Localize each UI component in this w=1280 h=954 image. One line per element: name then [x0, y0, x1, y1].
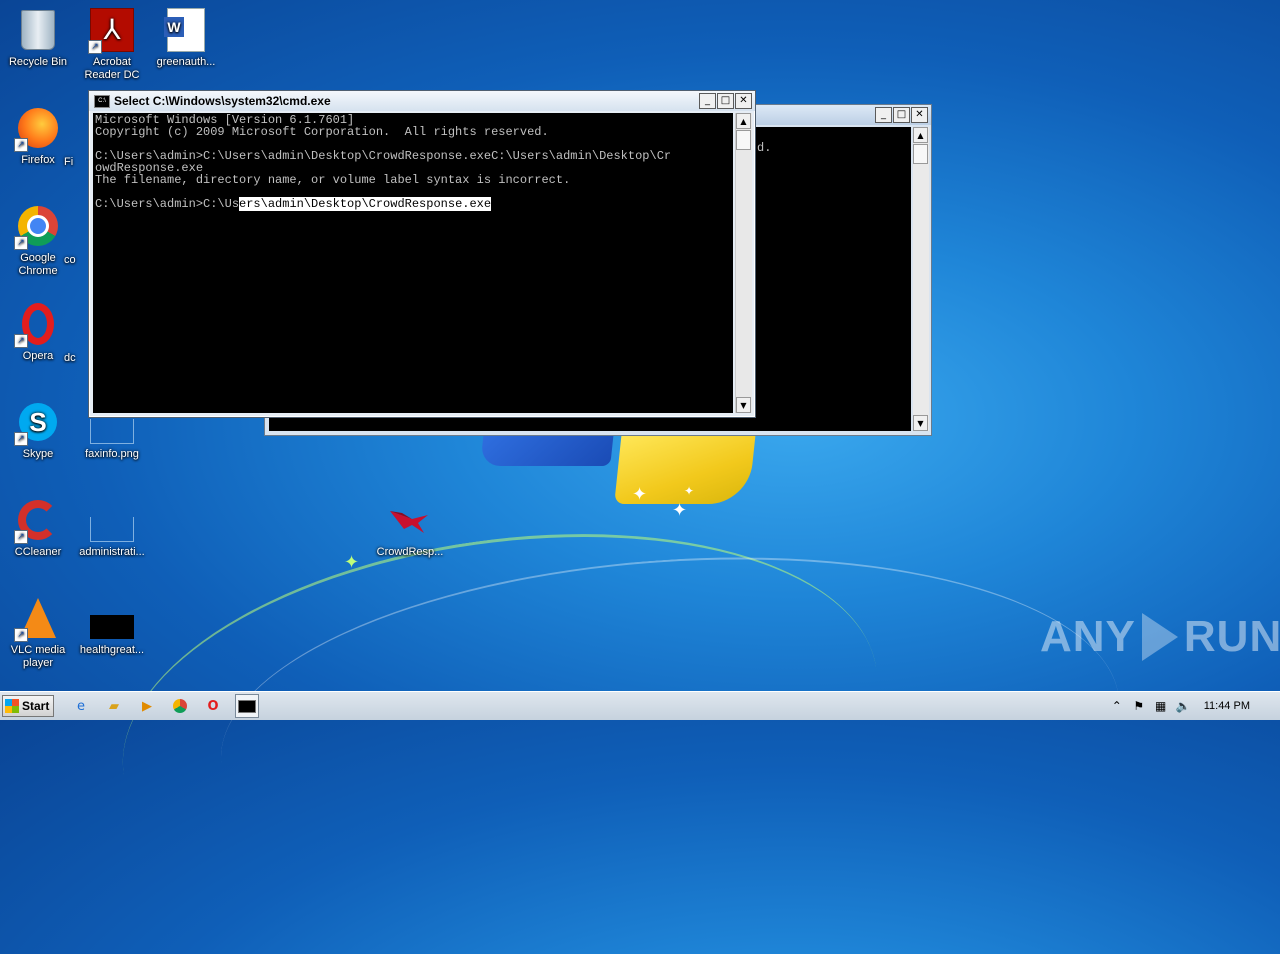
- sparkle-icon: ✦: [344, 552, 360, 573]
- desktop-icon-acrobat[interactable]: ⅄ ↗ Acrobat Reader DC: [74, 8, 150, 82]
- shortcut-arrow-icon: ↗: [14, 334, 28, 348]
- prompt-text: C:\Users\admin>C:\Us: [95, 197, 240, 211]
- wallpaper-logo-blue: [480, 432, 614, 466]
- watermark-text: RUN: [1183, 612, 1280, 661]
- close-button[interactable]: ✕: [911, 107, 928, 123]
- start-button[interactable]: Start: [2, 695, 54, 717]
- internet-explorer-icon[interactable]: e: [70, 695, 92, 717]
- desktop-icon-chrome[interactable]: ↗ Google Chrome: [0, 204, 76, 278]
- selected-text[interactable]: ers\admin\Desktop\CrowdResponse.exe: [239, 197, 492, 211]
- desktop-icon-vlc[interactable]: ↗ VLC media player: [0, 596, 76, 670]
- scrollbar[interactable]: ▲ ▼: [913, 127, 929, 431]
- falcon-icon: [390, 511, 428, 533]
- file-icon: [90, 516, 134, 542]
- cmd-window[interactable]: C:\ Select C:\Windows\system32\cmd.exe _…: [88, 90, 756, 418]
- desktop-icon-administrati[interactable]: administrati...: [74, 498, 150, 559]
- console-text: d.: [757, 141, 772, 155]
- network-icon[interactable]: ▦: [1154, 699, 1168, 713]
- scroll-up-arrow-icon[interactable]: ▲: [736, 113, 751, 129]
- image-file-icon: [90, 418, 134, 444]
- scrollbar[interactable]: ▲ ▼: [735, 113, 752, 413]
- desktop-icon-label: administrati...: [79, 546, 145, 558]
- console-prompt-line: C:\Users\admin>C:\Users\admin\Desktop\Cr…: [95, 197, 731, 211]
- shortcut-arrow-icon: ↗: [14, 628, 28, 642]
- shortcut-arrow-icon: ↗: [14, 236, 28, 250]
- image-thumbnail-icon: [90, 615, 134, 639]
- sparkle-icon: ✦: [672, 500, 688, 521]
- desktop-icon-greenauth[interactable]: W greenauth...: [148, 8, 224, 69]
- console-output[interactable]: Microsoft Windows [Version 6.1.7601] Cop…: [93, 113, 733, 413]
- desktop-icon-label: healthgreat...: [79, 644, 145, 656]
- recycle-bin-icon: [21, 10, 55, 50]
- window-titlebar[interactable]: C:\ Select C:\Windows\system32\cmd.exe _…: [89, 91, 755, 111]
- sparkle-icon: ✦: [632, 484, 648, 505]
- scroll-thumb[interactable]: [736, 130, 751, 150]
- maximize-button[interactable]: □: [893, 107, 910, 123]
- desktop-icon-label: Skype: [22, 448, 54, 460]
- desktop-icon-label: VLC media player: [10, 644, 66, 669]
- desktop-icon-crowdresponse[interactable]: CrowdResp...: [372, 498, 448, 559]
- close-button[interactable]: ✕: [735, 93, 752, 109]
- scroll-down-arrow-icon[interactable]: ▼: [736, 397, 751, 413]
- action-center-flag-icon[interactable]: ⚑: [1132, 699, 1146, 713]
- desktop-icon-label: greenauth...: [156, 56, 216, 68]
- shortcut-arrow-icon: ↗: [14, 432, 28, 446]
- minimize-button[interactable]: _: [875, 107, 892, 123]
- watermark-text: ANY: [1040, 612, 1136, 661]
- desktop-icon-label: Acrobat Reader DC: [84, 56, 140, 81]
- media-player-icon[interactable]: ▶: [136, 695, 158, 717]
- play-icon: [1141, 613, 1178, 661]
- scroll-thumb[interactable]: [913, 144, 928, 164]
- desktop-icon-label: CrowdResp...: [376, 546, 444, 558]
- word-document-icon: W: [164, 8, 205, 52]
- sparkle-icon: ✦: [684, 484, 695, 498]
- chrome-taskbar-icon[interactable]: [169, 695, 191, 717]
- cmd-taskbar-button[interactable]: [235, 694, 259, 718]
- console-line: The filename, directory name, or volume …: [95, 173, 571, 187]
- desktop-icon-label: CCleaner: [14, 546, 62, 558]
- folder-icon[interactable]: ▰: [103, 695, 125, 717]
- shortcut-arrow-icon: ↗: [14, 530, 28, 544]
- desktop-icon-label: faxinfo.png: [85, 448, 139, 460]
- desktop-icon-ccleaner[interactable]: ↗ CCleaner: [0, 498, 76, 559]
- desktop-icon-healthgreat[interactable]: healthgreat...: [74, 596, 150, 657]
- desktop-icon-label: Recycle Bin: [8, 56, 68, 68]
- minimize-button[interactable]: _: [699, 93, 716, 109]
- anyrun-watermark: ANY RUN: [1040, 612, 1280, 662]
- taskbar: Start e ▰ ▶ O ⌃ ⚑ ▦ 🔈 11:44 PM: [0, 691, 1280, 720]
- scroll-down-arrow-icon[interactable]: ▼: [913, 415, 928, 431]
- shortcut-arrow-icon: ↗: [88, 40, 102, 54]
- scroll-up-arrow-icon[interactable]: ▲: [913, 127, 928, 143]
- window-title: Select C:\Windows\system32\cmd.exe: [114, 94, 331, 108]
- start-label: Start: [22, 699, 50, 713]
- windows-logo-icon: [5, 699, 19, 713]
- system-tray: ⌃ ⚑ ▦ 🔈 11:44 PM: [1110, 692, 1280, 720]
- show-hidden-icons-icon[interactable]: ⌃: [1110, 699, 1124, 713]
- desktop-icon-recycle-bin[interactable]: Recycle Bin: [0, 8, 76, 69]
- clock[interactable]: 11:44 PM: [1204, 700, 1250, 712]
- volume-icon[interactable]: 🔈: [1176, 699, 1191, 713]
- cmd-icon: C:\: [94, 94, 110, 108]
- shortcut-arrow-icon: ↗: [14, 138, 28, 152]
- maximize-button[interactable]: □: [717, 93, 734, 109]
- console-line: Copyright (c) 2009 Microsoft Corporation…: [95, 125, 549, 139]
- opera-taskbar-icon[interactable]: O: [202, 695, 224, 717]
- desktop-icon-skype[interactable]: S ↗ Skype: [0, 400, 76, 461]
